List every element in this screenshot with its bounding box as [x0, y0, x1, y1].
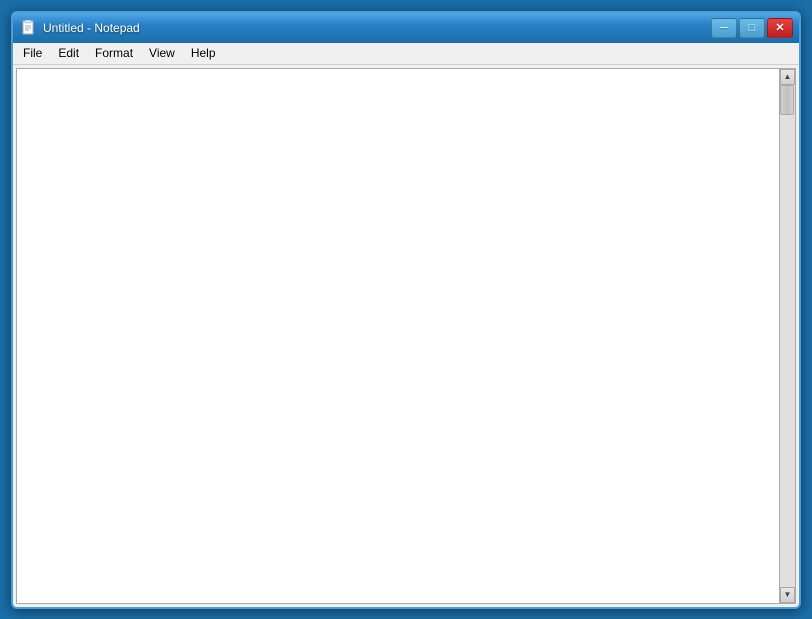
notepad-icon [21, 20, 37, 36]
maximize-button[interactable]: □ [739, 18, 765, 38]
notepad-window: Untitled - Notepad ─ □ ✕ File Edit Forma… [11, 11, 801, 609]
menu-help[interactable]: Help [183, 44, 224, 62]
vertical-scrollbar: ▲ ▼ [779, 69, 795, 603]
text-editor[interactable] [17, 69, 779, 603]
close-button[interactable]: ✕ [767, 18, 793, 38]
scroll-up-button[interactable]: ▲ [780, 69, 795, 85]
scroll-down-button[interactable]: ▼ [780, 587, 795, 603]
minimize-button[interactable]: ─ [711, 18, 737, 38]
window-controls: ─ □ ✕ [711, 18, 793, 38]
menu-file[interactable]: File [15, 44, 50, 62]
window-title: Untitled - Notepad [43, 21, 140, 35]
menu-bar: File Edit Format View Help [13, 43, 799, 65]
scroll-track-v[interactable] [780, 85, 795, 587]
title-bar-left: Untitled - Notepad [21, 20, 140, 36]
title-bar: Untitled - Notepad ─ □ ✕ [13, 13, 799, 43]
menu-edit[interactable]: Edit [50, 44, 87, 62]
editor-area: ▲ ▼ [16, 68, 796, 604]
scroll-thumb-v[interactable] [780, 85, 794, 115]
menu-view[interactable]: View [141, 44, 183, 62]
menu-format[interactable]: Format [87, 44, 141, 62]
